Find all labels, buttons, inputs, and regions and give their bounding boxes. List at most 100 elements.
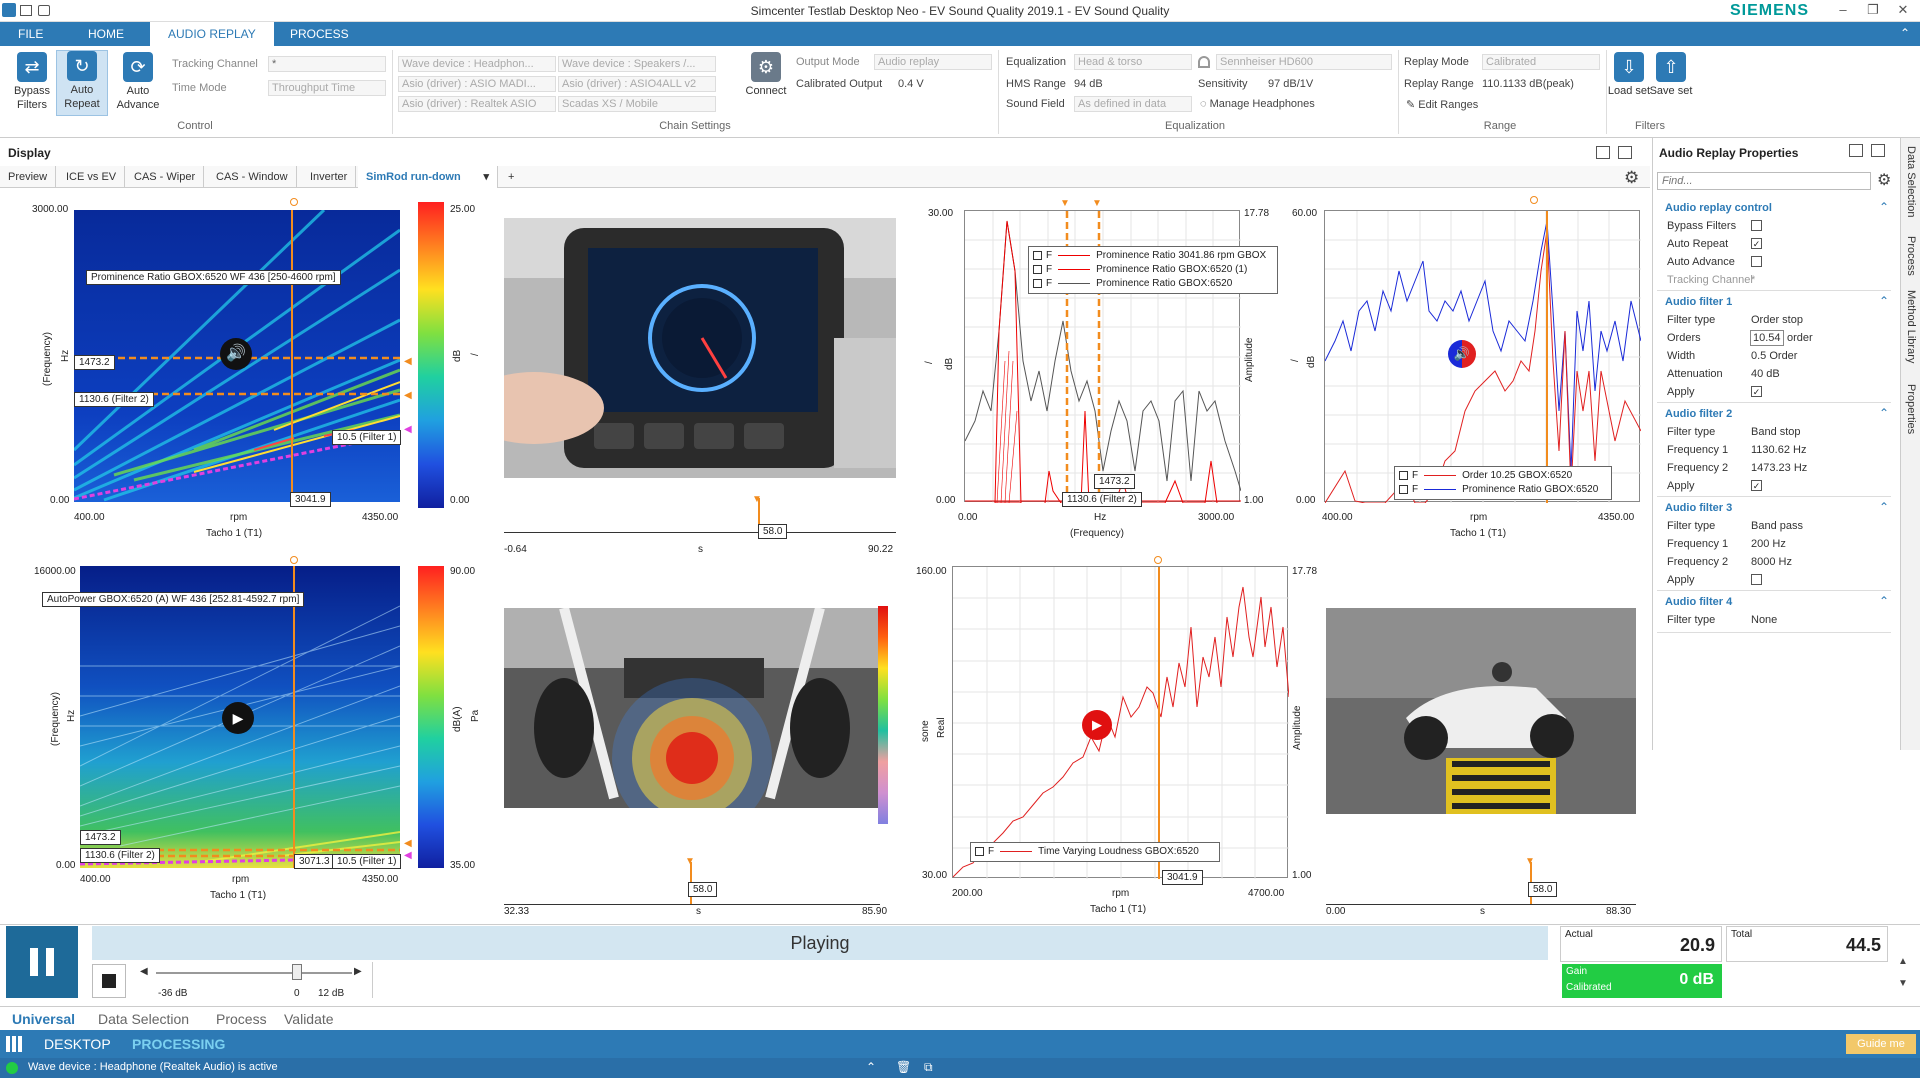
minimize-icon[interactable]: – <box>1828 2 1858 20</box>
desktop-button[interactable]: DESKTOP <box>36 1030 119 1058</box>
collapse-icon[interactable]: ⌃ <box>1879 594 1889 608</box>
legend-item[interactable]: F Prominence Ratio GBOX:6520 (1) <box>1033 263 1273 277</box>
collapse-icon[interactable]: ⌃ <box>1879 500 1889 514</box>
filter3-frequency2-value[interactable]: 8000 Hz <box>1751 556 1792 568</box>
bypass-filters-button[interactable]: ⇄ Bypass Filters <box>6 52 58 112</box>
section-audio-filter-2[interactable]: Audio filter 2 <box>1665 408 1732 420</box>
marker-arrow[interactable]: ◀ <box>404 838 412 849</box>
cursor-arrow-icon[interactable]: ▼ <box>1060 198 1070 209</box>
filter2-frequency2-value[interactable]: 1473.23 Hz <box>1751 462 1807 474</box>
menu-process[interactable]: PROCESS <box>272 22 367 46</box>
cursor-label-filter2[interactable]: 1130.6 (Filter 2) <box>1062 492 1142 507</box>
headphone-select[interactable]: Sennheiser HD600 <box>1216 54 1392 70</box>
legend-item[interactable]: F Prominence Ratio 3041.86 rpm GBOX <box>1033 249 1273 263</box>
side-tab-properties[interactable]: Properties <box>1905 384 1917 434</box>
speaker-icon[interactable]: 🔊 <box>1448 340 1476 368</box>
filter2-type-value[interactable]: Band stop <box>1751 426 1801 438</box>
side-tab-data-selection[interactable]: Data Selection <box>1905 146 1917 218</box>
maximize-panel-icon[interactable] <box>1618 146 1632 159</box>
ribbon-collapse-icon[interactable]: ⌃ <box>1900 26 1910 40</box>
cursor-handle[interactable] <box>290 556 298 564</box>
time-cursor-label[interactable]: 58.0 <box>1528 882 1558 897</box>
filter1-type-value[interactable]: Order stop <box>1751 314 1803 326</box>
cursor-handle[interactable] <box>1154 556 1162 564</box>
play-icon[interactable]: ▶ <box>222 702 254 734</box>
section-audio-replay-control[interactable]: Audio replay control <box>1665 202 1772 214</box>
rpm-cursor-label[interactable]: 3071.3 <box>294 854 335 869</box>
menu-file[interactable]: FILE <box>0 22 61 46</box>
bypass-filters-checkbox[interactable] <box>1751 220 1762 231</box>
restore-icon[interactable]: ❐ <box>1858 2 1888 20</box>
section-audio-filter-1[interactable]: Audio filter 1 <box>1665 296 1732 308</box>
marker-arrow[interactable]: ◀ <box>404 390 412 401</box>
stop-button[interactable] <box>92 964 126 998</box>
cursor-arrow-icon[interactable]: ▼ <box>752 494 762 505</box>
marker-arrow[interactable]: ◀ <box>404 424 412 435</box>
auto-advance-checkbox[interactable] <box>1751 256 1762 267</box>
print-icon[interactable] <box>38 5 50 16</box>
sound-field-select[interactable]: As defined in data <box>1074 96 1192 112</box>
tab-ice-vs-ev[interactable]: ICE vs EV <box>58 166 126 188</box>
section-audio-filter-4[interactable]: Audio filter 4 <box>1665 596 1732 608</box>
auto-repeat-checkbox[interactable]: ✓ <box>1751 238 1762 249</box>
gain-slider-thumb[interactable] <box>292 964 302 980</box>
time-mode-select[interactable]: Throughput Time <box>268 80 386 96</box>
device-scadas[interactable]: Scadas XS / Mobile <box>558 96 716 112</box>
tab-validate[interactable]: Validate <box>284 1011 334 1027</box>
trash-icon[interactable]: 🗑 <box>896 1060 911 1074</box>
side-tab-process[interactable]: Process <box>1905 236 1917 276</box>
side-tab-method-library[interactable]: Method Library <box>1905 290 1917 363</box>
tracking-channel-field[interactable]: * <box>268 56 386 72</box>
tab-process[interactable]: Process <box>216 1011 267 1027</box>
rpm-cursor-label[interactable]: 3041.9 <box>1162 870 1203 885</box>
legend-checkbox[interactable] <box>1399 484 1408 494</box>
save-icon[interactable] <box>20 5 32 16</box>
car-dyno-video[interactable] <box>1326 608 1636 814</box>
legend-item[interactable]: F Time Varying Loudness GBOX:6520 <box>975 845 1215 859</box>
gain-indicator[interactable]: Gain Calibrated 0 dB <box>1562 964 1722 998</box>
layout-icon[interactable] <box>1596 146 1610 159</box>
legend-checkbox[interactable] <box>1033 278 1042 288</box>
edit-ranges-button[interactable]: ✎ Edit Ranges <box>1406 98 1478 111</box>
manage-headphones-button[interactable]: ◌ Manage Headphones <box>1200 98 1315 110</box>
guide-me-button[interactable]: Guide me <box>1846 1034 1916 1054</box>
cursor-label-filter1[interactable]: 10.5 (Filter 1) <box>332 854 402 869</box>
tab-simrod-run-down[interactable]: SimRod run-down ▾ <box>358 166 498 188</box>
cursor-arrow-icon[interactable]: ▼ <box>1092 198 1102 209</box>
filter2-frequency1-value[interactable]: 1130.62 Hz <box>1751 444 1806 456</box>
order-tracking-plot[interactable] <box>1324 210 1642 504</box>
collapse-icon[interactable]: ⌃ <box>1879 406 1889 420</box>
section-audio-filter-3[interactable]: Audio filter 3 <box>1665 502 1732 514</box>
acoustic-camera-video[interactable] <box>504 608 880 808</box>
load-set-button[interactable]: ⇩ Load set <box>1606 52 1652 98</box>
cursor-handle[interactable] <box>1530 196 1538 204</box>
rpm-cursor-label[interactable]: 3041.9 <box>290 492 331 507</box>
legend-checkbox[interactable] <box>975 846 984 856</box>
menu-home[interactable]: HOME <box>70 22 142 46</box>
tab-universal[interactable]: Universal <box>12 1011 75 1027</box>
tab-inverter[interactable]: Inverter <box>302 166 357 188</box>
filter4-type-value[interactable]: None <box>1751 614 1777 626</box>
gear-icon[interactable]: ⚙ <box>1624 168 1639 188</box>
filter1-attenuation-value[interactable]: 40 dB <box>1751 368 1780 380</box>
save-set-button[interactable]: ⇧ Save set <box>1648 52 1694 98</box>
speaker-icon[interactable]: 🔊 <box>220 338 252 370</box>
auto-advance-button[interactable]: ⟳ Auto Advance <box>112 52 164 112</box>
pause-button[interactable] <box>6 926 78 998</box>
auto-repeat-button[interactable]: ↻ Auto Repeat <box>56 50 108 116</box>
legend-checkbox[interactable] <box>1033 250 1042 260</box>
legend-checkbox[interactable] <box>1033 264 1042 274</box>
cursor-label-upper[interactable]: 1473.2 <box>1094 474 1135 489</box>
marker-arrow[interactable]: ◀ <box>404 356 412 367</box>
marker-arrow[interactable]: ◀ <box>404 850 412 861</box>
legend-item[interactable]: F Order 10.25 GBOX:6520 <box>1399 469 1607 483</box>
filter3-frequency1-value[interactable]: 200 Hz <box>1751 538 1786 550</box>
filter2-apply-checkbox[interactable]: ✓ <box>1751 480 1762 491</box>
replay-mode-select[interactable]: Calibrated <box>1482 54 1600 70</box>
play-icon[interactable]: ▶ <box>1082 710 1112 740</box>
expand-up-icon[interactable]: ▲ <box>1898 956 1908 967</box>
filter1-width-value[interactable]: 0.5 Order <box>1751 350 1797 362</box>
filter3-type-value[interactable]: Band pass <box>1751 520 1803 532</box>
close-icon[interactable]: ✕ <box>1888 2 1918 20</box>
cursor-label-upper[interactable]: 1473.2 <box>80 830 121 845</box>
